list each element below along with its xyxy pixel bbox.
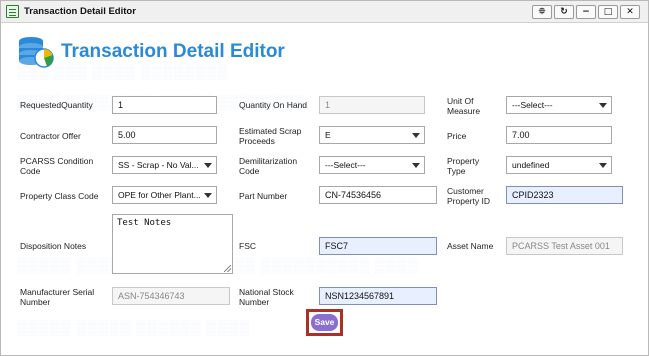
save-button-highlight: Save	[306, 309, 343, 336]
national-stock-number-input[interactable]: NSN1234567891	[319, 287, 437, 305]
watermark: ▒▒▒▒▒ ▒▒▒▒▒ ▒▒▒▒▒▒ ▒▒▒▒	[17, 319, 251, 335]
unit-of-measure-select[interactable]: ---Select---	[506, 96, 612, 114]
contractor-offer-input[interactable]: 5.00	[112, 126, 217, 144]
part-number-input[interactable]: CN-74536456	[319, 186, 437, 204]
pin-icon[interactable]: ⯐	[532, 5, 552, 19]
customer-property-id-input[interactable]: CPID2323	[506, 186, 623, 204]
close-button[interactable]: ✕	[620, 5, 640, 19]
demilitarization-code-label: Demilitarization Code	[239, 156, 298, 176]
fsc-label: FSC	[239, 241, 256, 251]
database-chart-icon	[19, 37, 54, 68]
fsc-input[interactable]: FSC7	[319, 237, 437, 255]
requested-quantity-label: RequestedQuantity	[20, 100, 93, 110]
quantity-on-hand-input[interactable]: 1	[319, 96, 425, 114]
property-class-code-select[interactable]: OPE for Other Plant...	[112, 186, 217, 204]
manufacturer-serial-number-label: Manufacturer Serial Number	[20, 287, 95, 307]
contractor-offer-label: Contractor Offer	[20, 131, 81, 141]
customer-property-id-label: Customer Property ID	[447, 186, 490, 206]
window-title: Transaction Detail Editor	[24, 6, 136, 17]
disposition-notes-textarea[interactable]: Test Notes	[112, 214, 233, 274]
chevron-down-icon	[599, 163, 607, 168]
pcarss-condition-code-select[interactable]: SS - Scrap - No Val...	[112, 156, 217, 174]
part-number-label: Part Number	[239, 191, 288, 201]
page-title: Transaction Detail Editor	[61, 41, 285, 62]
chevron-down-icon	[599, 103, 607, 108]
estimated-scrap-proceeds-select[interactable]: E	[319, 126, 425, 144]
manufacturer-serial-number-input[interactable]: ASN-754346743	[112, 287, 230, 305]
chevron-down-icon	[204, 163, 212, 168]
title-bar: Transaction Detail Editor ⯐ ↻ − □ ✕	[1, 1, 648, 23]
property-type-select[interactable]: undefined	[506, 156, 612, 174]
property-type-label: Property Type	[447, 156, 480, 176]
asset-name-input[interactable]: PCARSS Test Asset 001	[506, 237, 623, 255]
disposition-notes-label: Disposition Notes	[20, 241, 87, 251]
minimize-button[interactable]: −	[576, 5, 596, 19]
unit-of-measure-label: Unit Of Measure	[447, 96, 481, 116]
editor-window: Transaction Detail Editor ⯐ ↻ − □ ✕ ▒▒▒ …	[0, 0, 649, 356]
property-class-code-label: Property Class Code	[20, 191, 99, 201]
save-button[interactable]: Save	[311, 314, 338, 331]
chevron-down-icon	[412, 133, 420, 138]
refresh-icon[interactable]: ↻	[554, 5, 574, 19]
estimated-scrap-proceeds-label: Estimated Scrap Proceeds	[239, 126, 302, 146]
requested-quantity-input[interactable]: 1	[112, 96, 217, 114]
disposition-notes-text: Test Notes	[117, 218, 172, 228]
quantity-on-hand-label: Quantity On Hand	[239, 100, 308, 110]
national-stock-number-label: National Stock Number	[239, 287, 294, 307]
form-icon	[6, 5, 19, 18]
asset-name-label: Asset Name	[447, 241, 494, 251]
maximize-button[interactable]: □	[598, 5, 618, 19]
demilitarization-code-select[interactable]: ---Select---	[319, 156, 425, 174]
pcarss-condition-code-label: PCARSS Condition Code	[20, 156, 94, 176]
price-label: Price	[447, 131, 467, 141]
resize-grip-icon[interactable]	[224, 265, 231, 272]
price-input[interactable]: 7.00	[506, 126, 612, 144]
chevron-down-icon	[412, 163, 420, 168]
chevron-down-icon	[204, 193, 212, 198]
